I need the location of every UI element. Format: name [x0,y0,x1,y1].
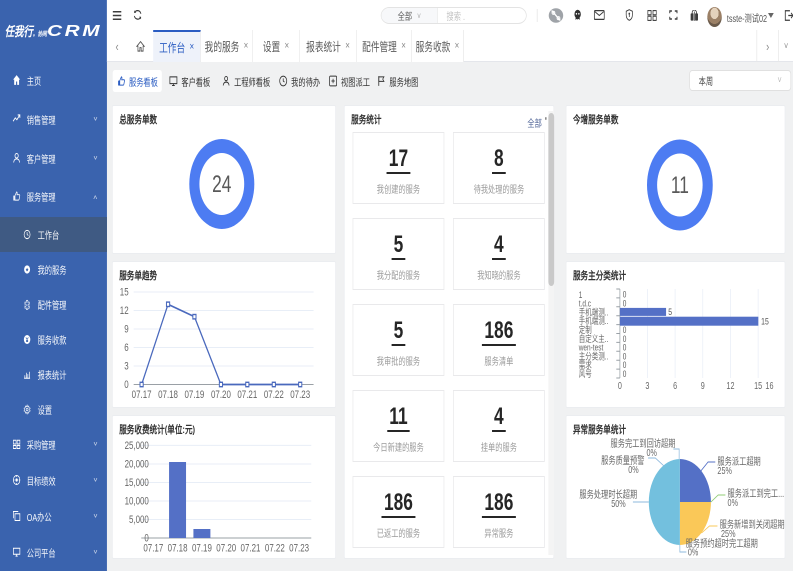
svg-text:12: 12 [120,305,129,318]
svg-text:07.18: 07.18 [158,389,178,402]
svg-text:07.19: 07.19 [184,389,204,402]
svg-text:07.19: 07.19 [192,542,212,555]
svg-text:3: 3 [645,380,649,391]
svg-text:6: 6 [124,342,128,355]
svg-text:0%: 0% [728,497,739,508]
svg-text:11: 11 [671,172,689,198]
svg-text:24: 24 [212,171,232,197]
svg-text:20,000: 20,000 [125,458,149,471]
svg-text:25,000: 25,000 [125,440,149,453]
svg-text:15: 15 [754,380,762,391]
svg-text:5,000: 5,000 [129,514,149,527]
svg-text:15,000: 15,000 [125,477,149,490]
svg-text:3: 3 [124,360,128,373]
svg-text:0%: 0% [628,464,639,475]
svg-text:9: 9 [124,323,128,336]
svg-text:0: 0 [623,369,627,379]
svg-text:0: 0 [623,299,627,309]
svg-text:5: 5 [668,307,672,317]
svg-text:10,000: 10,000 [125,495,149,508]
svg-text:07.22: 07.22 [264,389,284,402]
svg-text:07.17: 07.17 [132,389,152,402]
svg-text:07.21: 07.21 [237,389,257,402]
svg-text:16: 16 [765,380,773,391]
svg-text:12: 12 [726,380,734,391]
svg-text:0: 0 [124,379,128,392]
svg-text:9: 9 [701,380,705,391]
svg-text:50%: 50% [611,498,626,509]
svg-text:服务完工到回访超期: 服务完工到回访超期 [611,437,676,450]
svg-text:07.21: 07.21 [241,542,261,555]
svg-text:07.23: 07.23 [289,542,309,555]
svg-text:25%: 25% [717,465,732,476]
svg-text:15: 15 [761,316,769,326]
svg-text:0%: 0% [688,546,699,556]
svg-text:风号: 风号 [579,369,592,379]
svg-text:07.23: 07.23 [290,389,310,402]
svg-text:0%: 0% [646,447,657,458]
svg-text:07.18: 07.18 [168,542,188,555]
svg-text:0: 0 [618,380,622,391]
svg-text:服务处理时长超期: 服务处理时长超期 [579,488,637,501]
svg-text:6: 6 [673,380,677,391]
svg-text:07.17: 07.17 [143,542,163,555]
svg-text:07.22: 07.22 [265,542,285,555]
svg-text:07.20: 07.20 [211,389,231,402]
svg-text:15: 15 [120,286,129,299]
svg-text:07.20: 07.20 [216,542,236,555]
